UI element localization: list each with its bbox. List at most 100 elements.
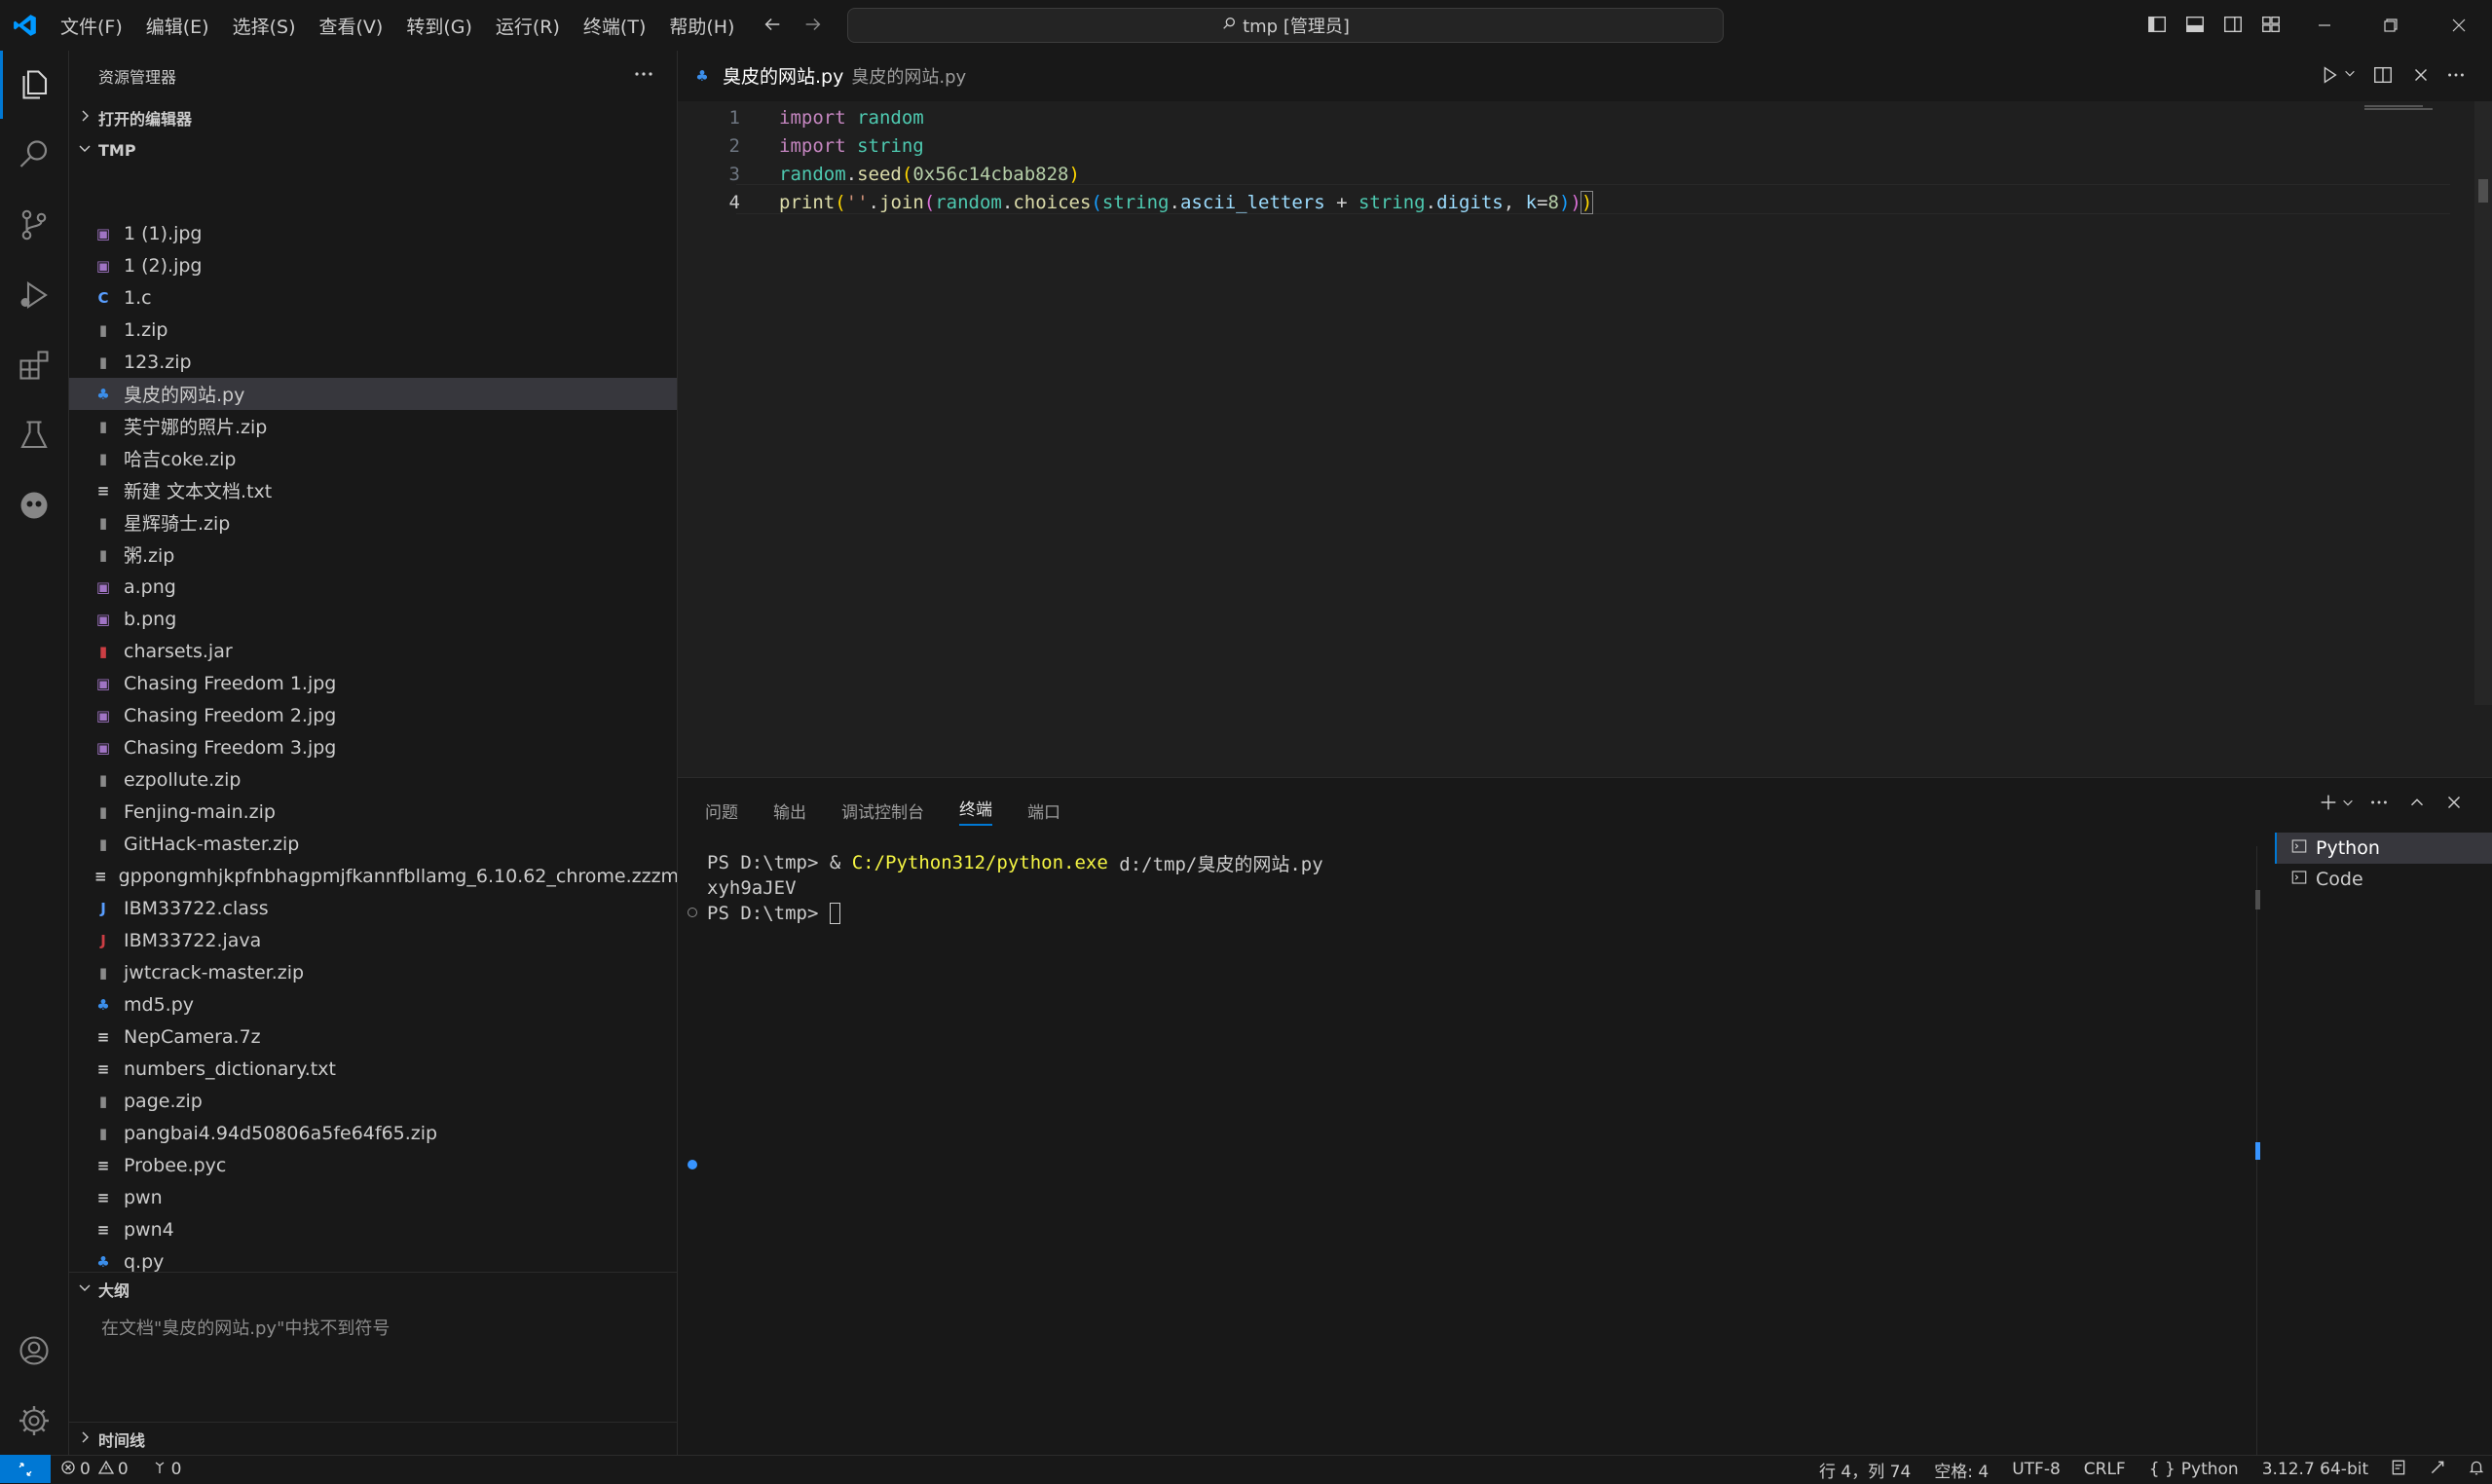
menu-selection[interactable]: 选择(S)	[233, 13, 296, 39]
language-mode[interactable]: Python	[2181, 1460, 2239, 1479]
file-tree-item[interactable]: ▮ GitHack-master.zip	[69, 828, 677, 860]
notifications-icon[interactable]	[2468, 1459, 2485, 1481]
file-tree-item[interactable]: J IBM33722.java	[69, 924, 677, 956]
file-tree-item[interactable]: ▮ 哈吉coke.zip	[69, 442, 677, 474]
run-python-file-icon[interactable]	[2319, 64, 2340, 86]
menu-file[interactable]: 文件(F)	[60, 13, 123, 39]
file-tree-item[interactable]: ♣ md5.py	[69, 988, 677, 1020]
search-view-icon[interactable]	[0, 121, 68, 189]
file-tree-item[interactable]: ▣ b.png	[69, 603, 677, 635]
file-tree-item[interactable]: ▮ 芙宁娜的照片.zip	[69, 410, 677, 442]
file-tree-item[interactable]: ≡ 新建 文本文档.txt	[69, 474, 677, 506]
file-tree-item[interactable]: ▣ Chasing Freedom 3.jpg	[69, 731, 677, 763]
toggle-panel-icon[interactable]	[2184, 14, 2206, 35]
forward-icon[interactable]	[802, 14, 824, 35]
file-tree-item[interactable]: ▮ 1.zip	[69, 314, 677, 346]
terminal-list-item[interactable]: Code	[2275, 864, 2492, 895]
menu-view[interactable]: 查看(V)	[319, 13, 384, 39]
command-center[interactable]: tmp [管理员]	[847, 8, 1724, 43]
tab-problems[interactable]: 问题	[705, 798, 738, 823]
tab-debug-console[interactable]: 调试控制台	[841, 798, 924, 823]
toggle-secondary-sidebar-icon[interactable]	[2222, 14, 2244, 35]
copilot-status-icon[interactable]	[2390, 1459, 2407, 1481]
split-editor-icon[interactable]	[2372, 64, 2394, 86]
restore-icon[interactable]	[2358, 0, 2424, 51]
indentation[interactable]: 空格: 4	[1934, 1458, 1989, 1482]
github-copilot-icon[interactable]	[0, 471, 68, 539]
maximize-panel-icon[interactable]	[2406, 792, 2428, 813]
file-tree-item[interactable]: ▮ 星辉骑士.zip	[69, 506, 677, 538]
tab-ports[interactable]: 端口	[1027, 798, 1060, 823]
file-tree-item[interactable]: ▮ Fenjing-main.zip	[69, 796, 677, 828]
file-tree-item[interactable]: ≡ NepCamera.7z	[69, 1020, 677, 1053]
file-tree-item[interactable]: ▣ Chasing Freedom 2.jpg	[69, 699, 677, 731]
menu-go[interactable]: 转到(G)	[406, 13, 472, 39]
new-terminal-icon[interactable]	[2318, 792, 2339, 813]
testing-icon[interactable]	[0, 401, 68, 469]
tab-output[interactable]: 输出	[773, 798, 806, 823]
menu-edit[interactable]: 编辑(E)	[146, 13, 209, 39]
code-editor[interactable]: 1 import random 2 import string 3 random…	[678, 101, 2492, 777]
folder-section[interactable]: TMP	[69, 133, 677, 167]
explorer-icon[interactable]	[0, 51, 68, 119]
toggle-primary-sidebar-icon[interactable]	[2146, 14, 2168, 35]
close-panel-icon[interactable]	[2443, 792, 2465, 813]
editor-scrollbar[interactable]	[2474, 101, 2492, 705]
editor-more-actions-icon[interactable]	[2445, 64, 2467, 86]
panel-more-actions-icon[interactable]	[2368, 792, 2390, 813]
python-interpreter[interactable]: 3.12.7 64-bit	[2262, 1460, 2368, 1479]
file-tree-item[interactable]: ♣ q.py	[69, 1245, 677, 1273]
close-window-icon[interactable]	[2426, 0, 2492, 51]
file-tree-item[interactable]: ♣ 臭皮的网站.py	[69, 378, 677, 410]
timeline-section[interactable]: 时间线	[69, 1423, 677, 1456]
file-tree-item[interactable]: ≡ pwn	[69, 1181, 677, 1213]
cursor-position[interactable]: 行 4，列 74	[1819, 1458, 1911, 1482]
run-debug-icon[interactable]	[0, 261, 68, 329]
run-dropdown-icon[interactable]	[2343, 66, 2357, 80]
file-tree-item[interactable]: ▮ 粥.zip	[69, 538, 677, 571]
terminal-dropdown-icon[interactable]	[2341, 796, 2355, 809]
settings-gear-icon[interactable]	[0, 1387, 68, 1455]
end-of-line[interactable]: CRLF	[2084, 1460, 2126, 1479]
command-decoration-icon[interactable]	[688, 908, 697, 917]
terminal-list-item[interactable]: Python	[2275, 833, 2492, 864]
file-tree-item[interactable]: ≡ numbers_dictionary.txt	[69, 1053, 677, 1085]
file-tree-item[interactable]: ▣ 1 (1).jpg	[69, 217, 677, 249]
file-tree-item[interactable]: ▮ page.zip	[69, 1085, 677, 1117]
file-tree-item[interactable]: ≡ pwn4	[69, 1213, 677, 1245]
file-tree-item[interactable]: ▮ 123.zip	[69, 346, 677, 378]
file-tree-item[interactable]: ▮ pangbai4.94d50806a5fe64f65.zip	[69, 1117, 677, 1149]
file-tree-item[interactable]: ▮ ezpollute.zip	[69, 763, 677, 796]
file-tree-item[interactable]: ▣ 1 (2).jpg	[69, 249, 677, 281]
minimize-icon[interactable]	[2291, 0, 2358, 51]
open-editors-section[interactable]: 打开的编辑器	[69, 101, 677, 134]
customize-layout-icon[interactable]	[2260, 14, 2282, 35]
extensions-icon[interactable]	[0, 331, 68, 399]
file-tree-item[interactable]: ▣ Chasing Freedom 1.jpg	[69, 667, 677, 699]
file-tree-item[interactable]: ▮ charsets.jar	[69, 635, 677, 667]
file-tree-item[interactable]: J IBM33722.class	[69, 892, 677, 924]
terminal-output[interactable]: PS D:\tmp> & C:/Python312/python.exe d:/…	[707, 850, 1323, 926]
close-editor-icon[interactable]	[2410, 64, 2432, 86]
minimap[interactable]	[2364, 103, 2438, 113]
problems-indicator[interactable]: 0 0 0	[60, 1458, 181, 1481]
source-control-icon[interactable]	[0, 191, 68, 259]
file-tree-item[interactable]: C 1.c	[69, 281, 677, 314]
file-tree-item[interactable]: ≡ Probee.pyc	[69, 1149, 677, 1181]
file-tree-item[interactable]: ≡ gppongmhjkpfnbhagpmjfkannfbllamg_6.10.6…	[69, 860, 677, 892]
encoding[interactable]: UTF-8	[2012, 1460, 2061, 1479]
menu-terminal[interactable]: 终端(T)	[583, 13, 646, 39]
menu-help[interactable]: 帮助(H)	[669, 13, 734, 39]
tab-terminal[interactable]: 终端	[959, 796, 992, 826]
breadcrumb[interactable]: 臭皮的网站.py	[851, 63, 966, 89]
outline-section[interactable]: 大纲	[69, 1273, 677, 1306]
accounts-icon[interactable]	[0, 1317, 68, 1385]
editor-tab[interactable]: ♣ 臭皮的网站.py 臭皮的网站.py	[693, 62, 966, 89]
remote-indicator-icon[interactable]	[0, 1455, 51, 1483]
file-tree-item[interactable]: ▮ jwtcrack-master.zip	[69, 956, 677, 988]
more-actions-icon[interactable]	[632, 62, 655, 86]
feedback-icon[interactable]	[2429, 1459, 2446, 1481]
back-icon[interactable]	[762, 14, 783, 35]
file-tree-item[interactable]: ▣ a.png	[69, 571, 677, 603]
menu-run[interactable]: 运行(R)	[496, 13, 560, 39]
